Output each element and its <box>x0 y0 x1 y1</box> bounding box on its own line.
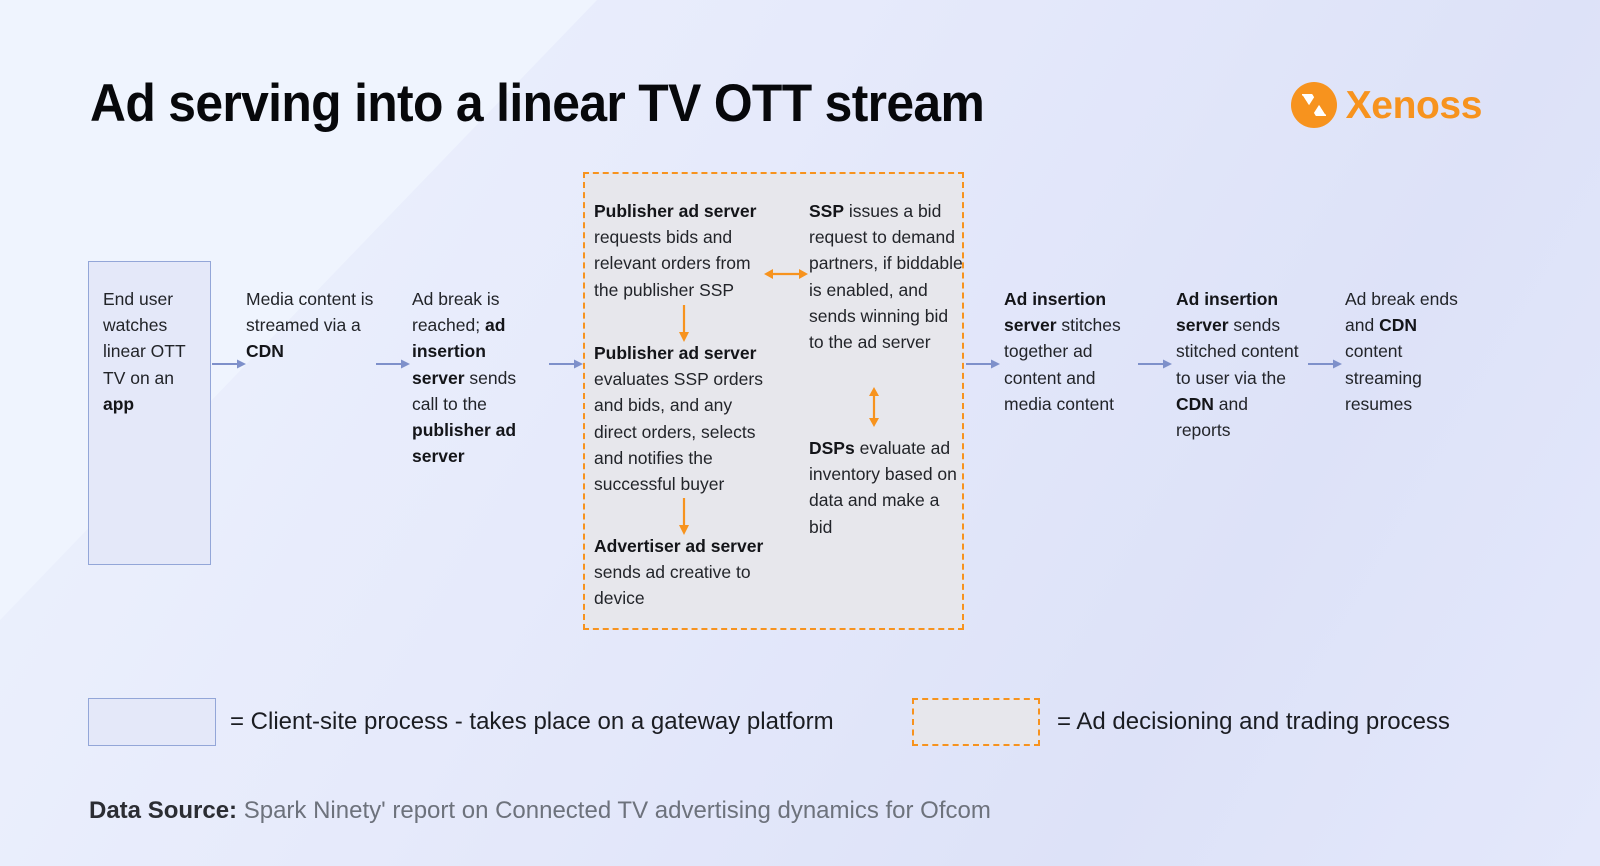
orange-arrow-bidirectional-horizontal <box>764 269 808 279</box>
flow-diagram: End user watches linear OTT TV on an app… <box>0 0 1600 866</box>
legend-swatch-decisioning <box>912 698 1040 746</box>
data-source-label: Data Source: <box>89 797 238 824</box>
data-source-text: Spark Ninety' report on Connected TV adv… <box>243 797 991 824</box>
connector-arrow-3 <box>549 359 583 369</box>
connector-arrow-6 <box>1308 359 1342 369</box>
flow-step-dsps-evaluate: DSPs evaluate ad inventory based on data… <box>809 438 957 537</box>
flow-step-advertiser-ad-server: Advertiser ad server sends ad creative t… <box>594 536 764 609</box>
flow-step-ad-break-ends: Ad break ends and CDN content streaming … <box>1345 289 1458 414</box>
legend-swatch-client-site <box>88 698 216 746</box>
flow-step-ad-break-reached: Ad break is reached; ad insertion server… <box>412 289 517 467</box>
flow-step-end-user-text: End user watches linear OTT TV on an app <box>103 289 186 414</box>
legend-label-decisioning: = Ad decisioning and trading process <box>1057 708 1450 735</box>
flow-step-ssp-bid-request: SSP issues a bid request to demand partn… <box>809 201 963 353</box>
flow-step-ad-insertion-stitches: Ad insertion server stitches together ad… <box>1004 289 1121 414</box>
connector-arrow-5 <box>1138 359 1172 369</box>
flow-step-publisher-ad-server-evaluates: Publisher ad server evaluates SSP orders… <box>594 343 763 495</box>
orange-arrow-down-1 <box>679 305 689 342</box>
connector-arrow-2 <box>376 359 410 369</box>
flow-step-end-user: End user watches linear OTT TV on an app <box>88 261 211 565</box>
connector-arrow-1 <box>212 359 246 369</box>
flow-step-publisher-ad-server-requests: Publisher ad server requests bids and re… <box>594 201 757 300</box>
legend-label-client-site: = Client-site process - takes place on a… <box>230 708 834 735</box>
orange-arrow-down-2 <box>679 498 689 535</box>
flow-step-ad-insertion-sends: Ad insertion server sends stitched conte… <box>1176 289 1299 441</box>
connector-arrow-4 <box>966 359 1000 369</box>
data-source-note: Data Source: Spark Ninety' report on Con… <box>89 797 991 825</box>
orange-arrow-bidirectional-vertical <box>869 387 879 427</box>
flow-step-media-content: Media content is streamed via a CDN <box>246 289 374 362</box>
